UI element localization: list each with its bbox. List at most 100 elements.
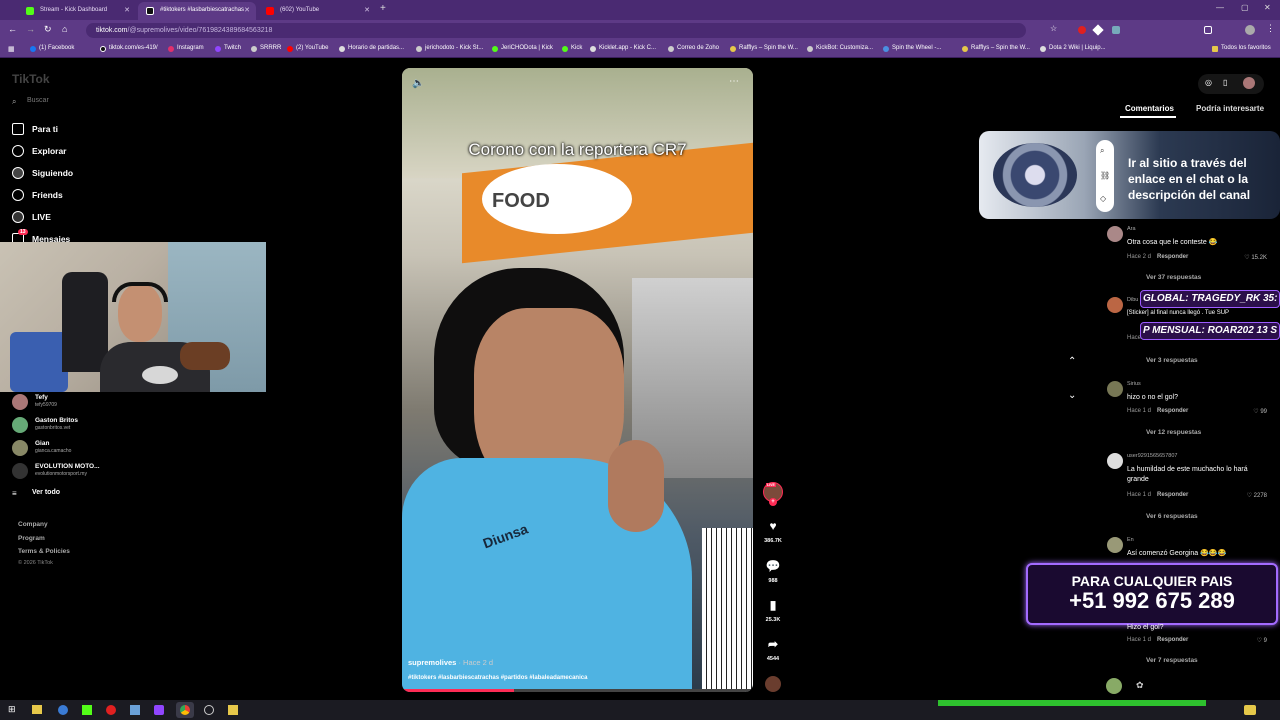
creator-live-avatar[interactable]: LIVE + <box>762 482 784 506</box>
minimize-button[interactable]: — <box>1216 3 1224 12</box>
extension-icon[interactable] <box>1112 26 1120 34</box>
start-icon[interactable]: ⊞ <box>8 704 16 715</box>
reply-button[interactable]: Responder <box>1157 492 1188 498</box>
search-input[interactable]: ⌕ Buscar <box>12 97 112 109</box>
chevron-down-icon[interactable]: ⌄ <box>1068 390 1076 401</box>
app-icon[interactable] <box>58 705 68 715</box>
avatar[interactable] <box>1107 453 1123 469</box>
close-icon[interactable]: ✕ <box>364 6 370 14</box>
tab-podria-interesarte[interactable]: Podría interesarte <box>1196 104 1264 113</box>
footer-terms[interactable]: Terms & Policies <box>18 548 70 555</box>
all-bookmarks[interactable]: Todos los favoritos <box>1212 45 1271 52</box>
comment-button[interactable]: 💬 988 <box>762 558 784 584</box>
bookmark[interactable]: Correo de Zoho <box>668 45 719 52</box>
follow-plus-icon[interactable]: + <box>769 498 777 506</box>
video-progress-track[interactable] <box>402 689 753 692</box>
nav-siguiendo[interactable]: Siguiendo <box>12 167 73 179</box>
save-button[interactable]: ▮ 25.3K <box>762 597 784 623</box>
tiktok-logo[interactable]: TikTok <box>12 72 50 86</box>
reload-icon[interactable]: ↻ <box>44 24 52 35</box>
notification-icon[interactable] <box>1244 705 1256 715</box>
share-button[interactable]: ➦ 4544 <box>762 636 784 662</box>
comment-like[interactable]: ♡ 9 <box>1227 637 1267 644</box>
reply-button[interactable]: Responder <box>1157 254 1188 260</box>
profile-avatar[interactable] <box>1243 77 1255 89</box>
nav-explorar[interactable]: Explorar <box>12 145 67 157</box>
close-icon[interactable]: ✕ <box>124 6 130 14</box>
app-icon[interactable] <box>82 705 92 715</box>
video-author[interactable]: supremolives · Hace 2 d <box>408 658 493 667</box>
close-window-button[interactable]: ✕ <box>1264 3 1271 12</box>
profile-avatar[interactable] <box>1245 25 1255 35</box>
like-button[interactable]: ♥ 386.7K <box>762 518 784 544</box>
tab-kick-dashboard[interactable]: Stream - Kick Dashboard ✕ <box>18 2 136 20</box>
star-icon[interactable]: ☆ <box>1050 24 1057 33</box>
video-player[interactable]: FOOD Diunsa Corono con la reportera CR7 … <box>402 68 753 692</box>
new-tab-button[interactable]: + <box>380 3 386 14</box>
extension-icon[interactable] <box>1078 26 1086 34</box>
bookmark[interactable]: Kicklet.app - Kick C... <box>590 45 656 52</box>
steam-icon[interactable] <box>130 705 140 715</box>
bookmark[interactable]: Instagram <box>168 45 204 52</box>
bookmark[interactable]: tiktok.com/es-419/ <box>100 45 158 52</box>
phone-icon[interactable]: ▯ <box>1223 78 1227 87</box>
bookmark[interactable]: Kick <box>562 45 582 52</box>
nav-friends[interactable]: Friends <box>12 189 63 201</box>
extension-icon[interactable] <box>1092 24 1104 36</box>
comment-like[interactable]: ♡ 2278 <box>1227 492 1267 499</box>
nav-para-ti[interactable]: Para ti <box>12 123 58 135</box>
extensions-puzzle-icon[interactable] <box>1204 26 1212 34</box>
music-disc-icon[interactable] <box>765 676 781 692</box>
bookmark[interactable]: Spin the Wheel -... <box>883 45 941 52</box>
reply-button[interactable]: Responder <box>1157 408 1188 414</box>
view-replies-button[interactable]: Ver 7 respuestas <box>1146 657 1198 664</box>
back-icon[interactable]: ← <box>8 24 17 34</box>
comment-like[interactable]: ♡ 99 <box>1227 408 1267 415</box>
tab-youtube[interactable]: (602) YouTube ✕ <box>258 2 376 20</box>
reply-button[interactable]: Responder <box>1157 637 1188 643</box>
view-replies-button[interactable]: Ver 6 respuestas <box>1146 513 1198 520</box>
bookmark[interactable]: Horario de partidas... <box>339 45 404 52</box>
bookmark[interactable]: (1) Facebook <box>30 45 74 52</box>
folder-icon[interactable] <box>32 705 42 714</box>
home-icon[interactable]: ⌂ <box>62 24 67 34</box>
forward-icon[interactable]: → <box>26 24 35 34</box>
video-hashtags[interactable]: #tiktokers #lasbarbiescatrachas #partido… <box>408 675 587 681</box>
footer-company[interactable]: Company <box>18 521 48 528</box>
app-icon[interactable] <box>228 705 238 715</box>
footer-program[interactable]: Program <box>18 535 45 542</box>
volume-icon[interactable]: 🔈 <box>412 78 424 89</box>
url-bar[interactable]: tiktok.com/@supremolives/video/761982438… <box>86 23 1026 38</box>
emoji-icon[interactable]: ✿ <box>1136 680 1144 691</box>
nav-live[interactable]: LIVE <box>12 211 51 223</box>
view-replies-button[interactable]: Ver 3 respuestas <box>1146 357 1198 364</box>
app-icon[interactable] <box>106 705 116 715</box>
bookmark[interactable]: Rafflys – Spin the W... <box>962 45 1030 52</box>
bookmark[interactable]: SRRRR <box>251 45 281 52</box>
chevron-up-icon[interactable]: ⌃ <box>1068 356 1076 367</box>
menu-kebab-icon[interactable]: ⋮ <box>1266 23 1275 34</box>
avatar[interactable] <box>1107 297 1123 313</box>
bookmark[interactable]: jerichodoto - Kick St... <box>416 45 483 52</box>
view-replies-button[interactable]: Ver 37 respuestas <box>1146 274 1201 281</box>
bookmark[interactable]: JeriCHODota | Kick <box>492 45 553 52</box>
obs-icon[interactable] <box>204 705 214 715</box>
more-options-icon[interactable]: ⋯ <box>729 76 739 87</box>
avatar[interactable] <box>1107 226 1123 242</box>
bookmark[interactable]: Rafflys – Spin the W... <box>730 45 798 52</box>
apps-grid-icon[interactable]: ▦ <box>8 45 15 53</box>
avatar[interactable] <box>1106 678 1122 694</box>
see-all-button[interactable]: ≡ Ver todo <box>12 489 60 498</box>
tab-tiktok[interactable]: #tiktokers #lasbarbiescatrachas ✕ <box>138 2 256 20</box>
maximize-button[interactable]: ▢ <box>1241 3 1249 12</box>
app-icon[interactable] <box>154 705 164 715</box>
tab-comentarios[interactable]: Comentarios <box>1125 104 1174 113</box>
avatar[interactable] <box>1107 537 1123 553</box>
bookmark[interactable]: Twitch <box>215 45 241 52</box>
close-icon[interactable]: ✕ <box>244 6 250 14</box>
view-replies-button[interactable]: Ver 12 respuestas <box>1146 429 1201 436</box>
comment-like[interactable]: ♡ 15.2K <box>1227 254 1267 261</box>
bookmark[interactable]: Dota 2 Wiki | Liquip... <box>1040 45 1106 52</box>
avatar[interactable] <box>1107 381 1123 397</box>
bookmark[interactable]: KickBot: Customiza... <box>807 45 873 52</box>
